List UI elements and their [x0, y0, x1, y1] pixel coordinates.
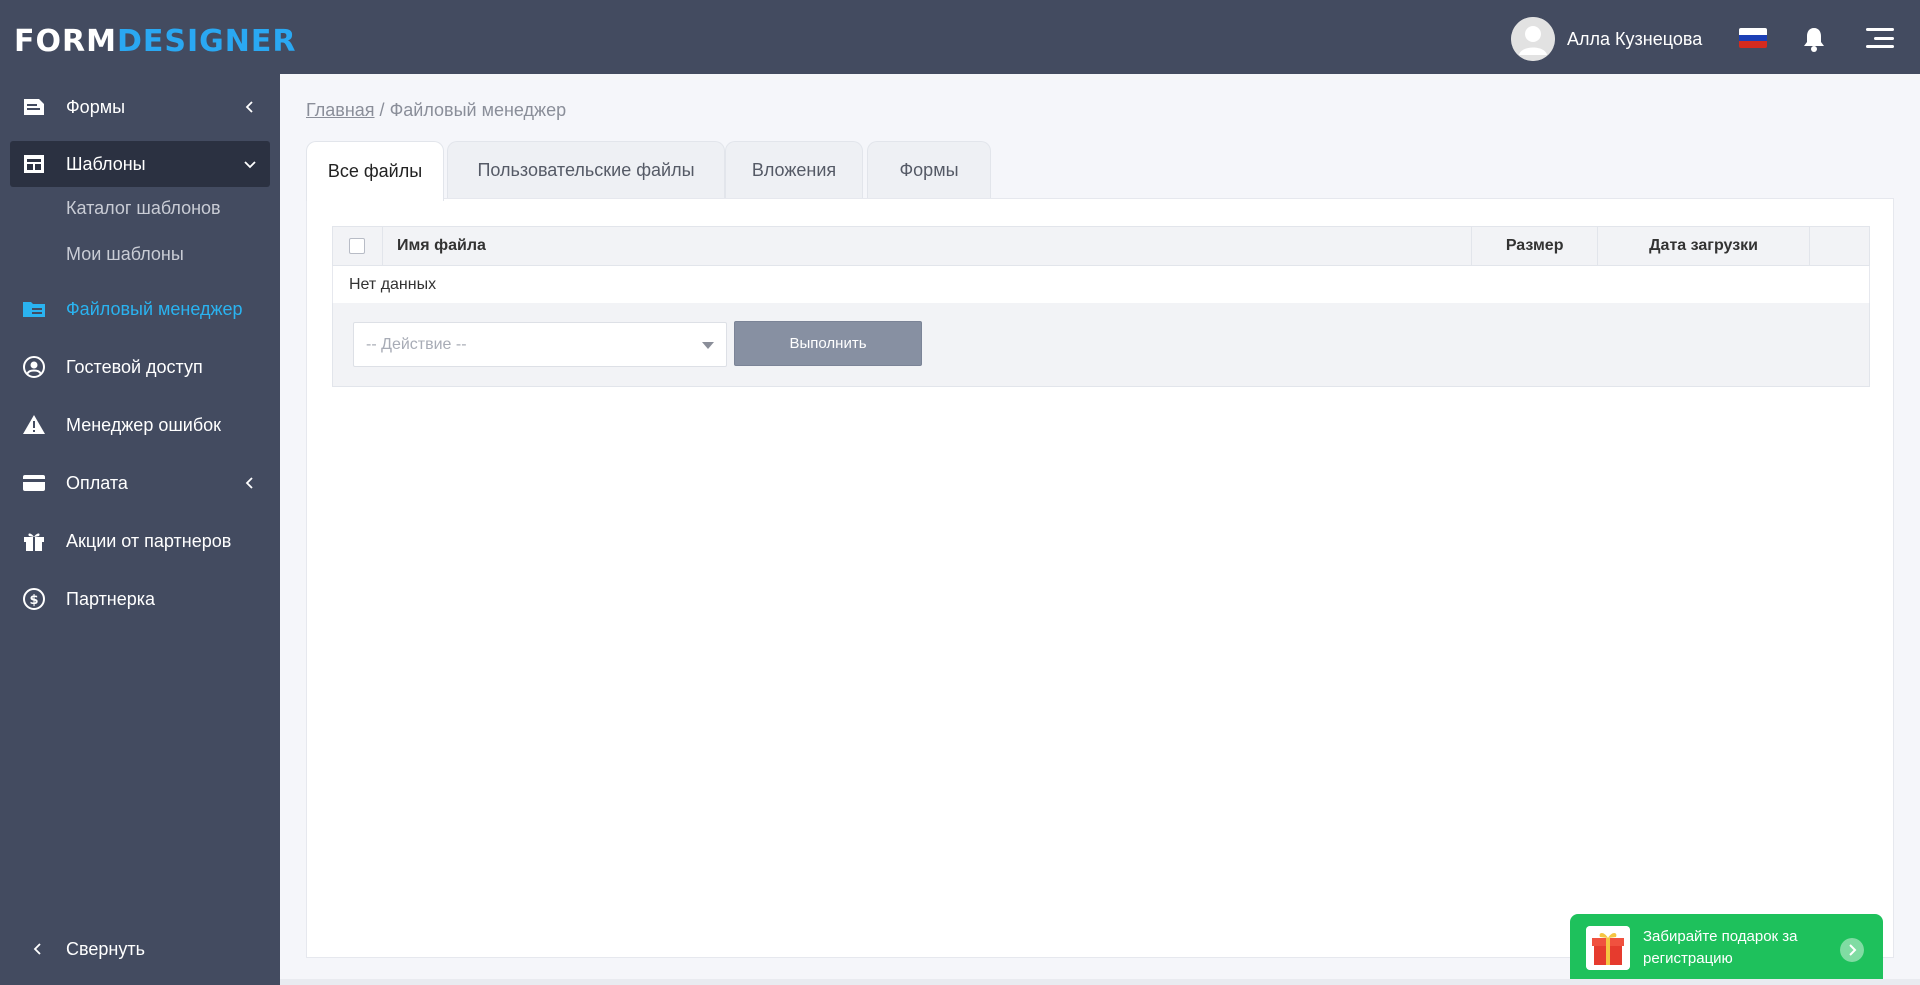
- table-header-row: Имя файла Размер Дата загрузки: [332, 226, 1870, 266]
- sidebar-item-guest-access[interactable]: Гостевой доступ: [10, 344, 270, 390]
- top-header: FORMDESIGNER Алла Кузнецова: [0, 0, 1920, 74]
- action-select[interactable]: -- Действие --: [353, 322, 727, 367]
- promo-text: Забирайте подарок за регистрацию: [1643, 928, 1798, 967]
- chevron-left-icon: [33, 943, 41, 955]
- chevron-right-icon[interactable]: [1840, 938, 1864, 962]
- tab-forms[interactable]: Формы: [867, 141, 991, 199]
- template-icon: [24, 155, 44, 173]
- warning-icon: [23, 415, 45, 434]
- avatar-placeholder-icon: [1511, 17, 1555, 61]
- bulk-action-bar: -- Действие -- Выполнить: [332, 303, 1870, 387]
- sidebar-item-label: Акции от партнеров: [66, 530, 232, 551]
- sidebar-item-partner-offers[interactable]: Акции от партнеров: [10, 518, 270, 564]
- sidebar-subitem-my-templates[interactable]: Мои шаблоны: [66, 244, 184, 265]
- dollar-icon: $: [23, 588, 45, 610]
- menu-icon[interactable]: [1866, 27, 1894, 49]
- sidebar-item-templates[interactable]: Шаблоны: [10, 141, 270, 187]
- sidebar-item-label: Менеджер ошибок: [66, 414, 222, 435]
- bell-icon[interactable]: [1802, 26, 1826, 52]
- column-header-filename[interactable]: Имя файла: [381, 226, 1473, 266]
- user-menu[interactable]: Алла Кузнецова: [1511, 17, 1702, 61]
- breadcrumb-current: Файловый менеджер: [389, 100, 567, 120]
- select-all-cell: [332, 226, 383, 266]
- folder-icon: [23, 302, 45, 317]
- gift-box-icon: [1586, 926, 1630, 970]
- user-name[interactable]: Алла Кузнецова: [1567, 29, 1702, 50]
- sidebar-item-payment[interactable]: Оплата: [10, 460, 270, 506]
- avatar[interactable]: [1511, 17, 1555, 61]
- sidebar-item-affiliate[interactable]: $ Партнерка: [10, 576, 270, 622]
- collapse-label: Свернуть: [66, 939, 145, 959]
- chevron-left-icon: [245, 477, 253, 489]
- logo-part-designer: DESIGNER: [116, 24, 297, 59]
- caret-down-icon: [702, 342, 714, 349]
- sidebar-item-file-manager[interactable]: Файловый менеджер: [10, 286, 270, 332]
- action-select-placeholder: -- Действие --: [366, 335, 467, 353]
- column-header-actions: [1809, 226, 1870, 266]
- russian-flag-icon[interactable]: [1739, 28, 1767, 48]
- collapse-sidebar-button[interactable]: Свернуть: [10, 926, 270, 972]
- tab-user-files[interactable]: Пользовательские файлы: [447, 141, 725, 199]
- user-circle-icon: [23, 356, 45, 378]
- sidebar: Формы Шаблоны Каталог шаблонов Мои шабло…: [0, 74, 280, 985]
- sidebar-item-label: Оплата: [66, 472, 128, 493]
- column-header-upload-date[interactable]: Дата загрузки: [1597, 226, 1811, 266]
- svg-text:$: $: [29, 593, 38, 608]
- sidebar-item-label: Партнерка: [66, 588, 156, 609]
- table-row: Нет данных: [332, 265, 1870, 304]
- chevron-down-icon: [244, 161, 256, 169]
- chevron-left-icon: [245, 101, 253, 113]
- files-table: Имя файла Размер Дата загрузки Нет данны…: [332, 226, 1870, 304]
- sidebar-item-label: Шаблоны: [66, 153, 146, 174]
- breadcrumb-separator: /: [379, 100, 385, 120]
- sidebar-subitem-template-catalog[interactable]: Каталог шаблонов: [66, 198, 221, 219]
- tab-all-files[interactable]: Все файлы: [306, 141, 444, 201]
- select-all-checkbox[interactable]: [349, 237, 366, 254]
- files-panel: Имя файла Размер Дата загрузки Нет данны…: [306, 198, 1894, 958]
- empty-table-message: Нет данных: [332, 265, 1870, 304]
- sidebar-item-label: Файловый менеджер: [66, 298, 243, 319]
- form-icon: [24, 99, 44, 115]
- registration-gift-banner[interactable]: Забирайте подарок за регистрацию: [1570, 914, 1883, 985]
- tab-attachments[interactable]: Вложения: [725, 141, 863, 199]
- sidebar-item-label: Гостевой доступ: [66, 356, 203, 377]
- sidebar-item-error-manager[interactable]: Менеджер ошибок: [10, 402, 270, 448]
- sidebar-item-label: Формы: [66, 96, 126, 117]
- gift-icon: [24, 533, 44, 551]
- horizontal-scrollbar[interactable]: [280, 979, 1920, 985]
- breadcrumb-home-link[interactable]: Главная: [306, 100, 375, 120]
- logo-part-form: FORM: [14, 24, 117, 59]
- breadcrumb: Главная / Файловый менеджер: [306, 100, 566, 121]
- column-header-size[interactable]: Размер: [1471, 226, 1599, 266]
- card-icon: [23, 475, 45, 491]
- sidebar-item-forms[interactable]: Формы: [10, 84, 270, 130]
- app-logo[interactable]: FORMDESIGNER: [14, 24, 296, 59]
- run-action-button[interactable]: Выполнить: [734, 321, 922, 366]
